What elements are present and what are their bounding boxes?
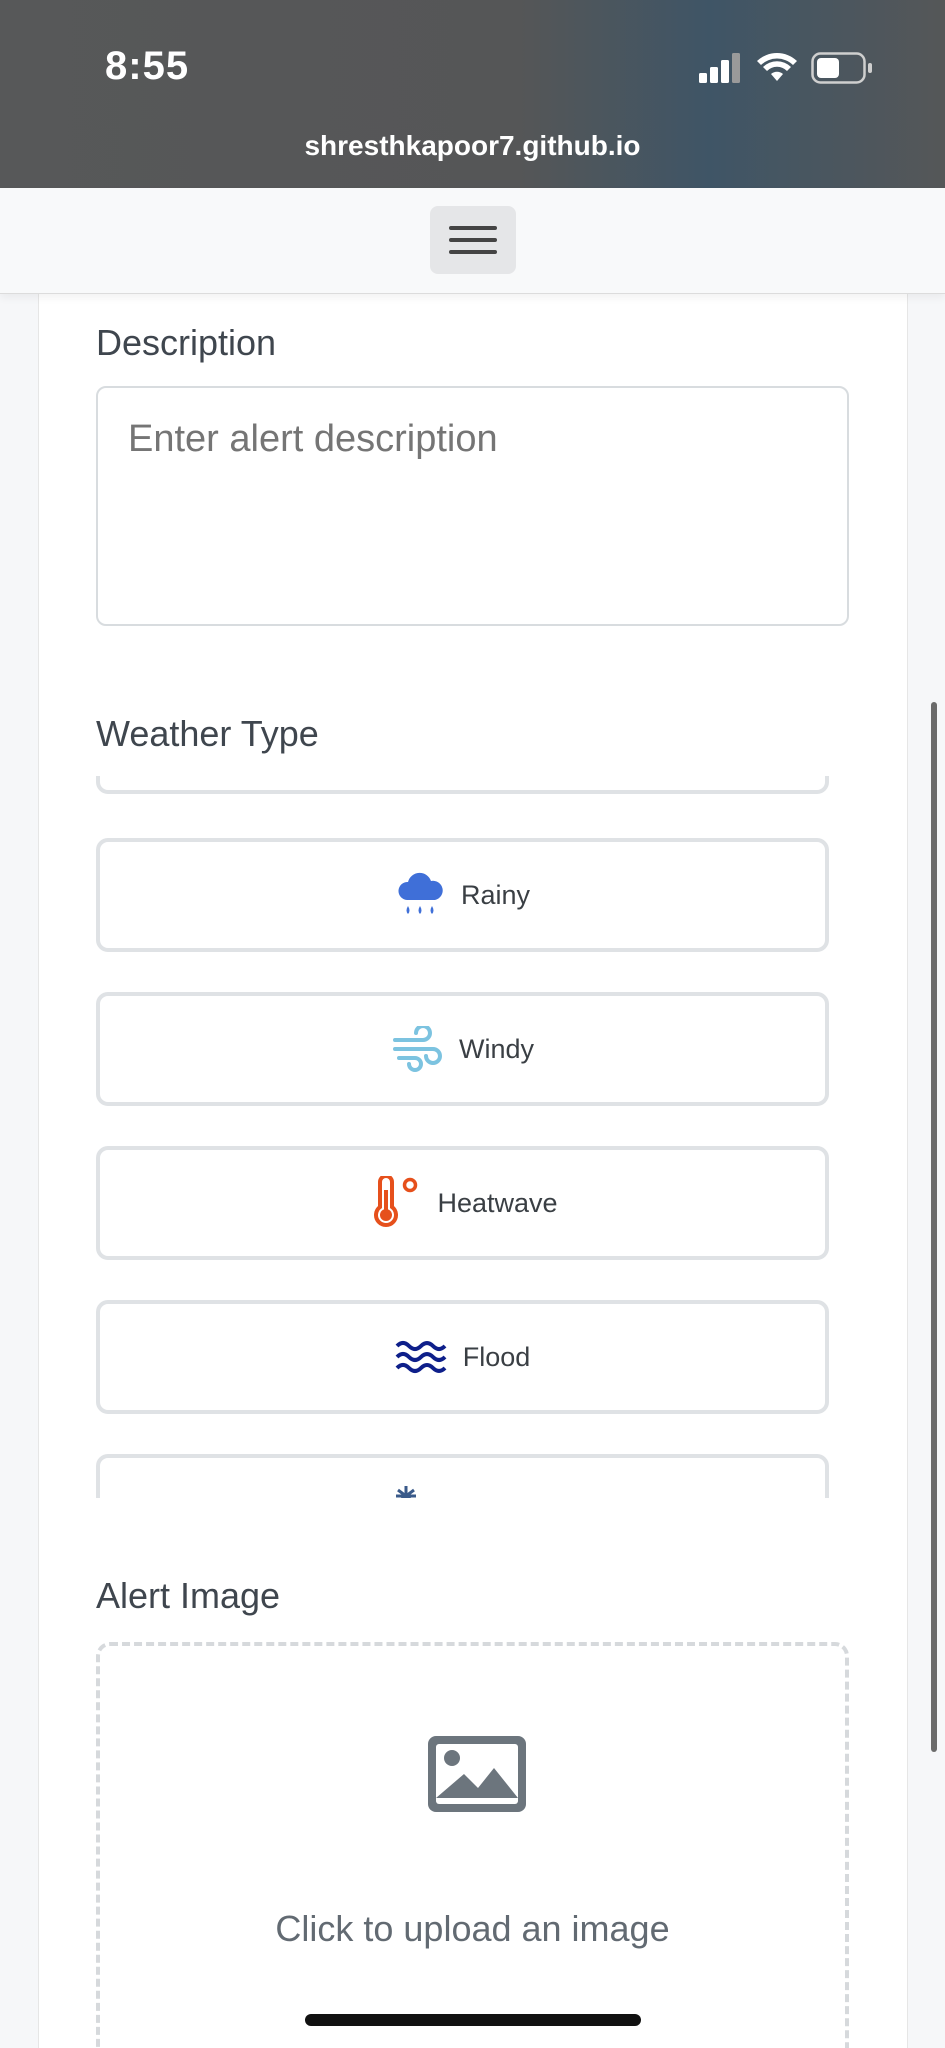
status-bar: 8:55 shresthkapoor7.github.io	[0, 0, 945, 188]
weather-option-label: Flood	[462, 1341, 531, 1372]
weather-option-partial-top[interactable]	[96, 776, 829, 794]
url-bar[interactable]: shresthkapoor7.github.io	[0, 130, 945, 162]
rain-cloud-icon	[395, 870, 445, 920]
thermometer-icon	[367, 1176, 421, 1230]
weather-option-windy[interactable]: Windy	[96, 992, 829, 1106]
page: 8:55 shresthkapoor7.github.io Descriptio…	[0, 0, 945, 2048]
status-icons	[699, 52, 873, 89]
weather-option-label: Rainy	[460, 879, 531, 910]
battery-icon	[811, 52, 873, 89]
status-time: 8:55	[105, 44, 190, 88]
wifi-icon	[757, 53, 797, 88]
cellular-signal-icon	[699, 53, 743, 88]
weather-type-label: Weather Type	[96, 713, 319, 754]
top-navbar	[0, 188, 945, 294]
home-indicator[interactable]	[305, 2014, 641, 2026]
weather-option-partial-bottom[interactable]	[96, 1454, 829, 1498]
weather-type-list[interactable]: Rainy Windy Heatwave Flood	[96, 776, 831, 1498]
description-textarea[interactable]	[96, 386, 849, 626]
weather-option-rainy[interactable]: Rainy	[96, 838, 829, 952]
weather-option-label: Heatwave	[437, 1187, 558, 1218]
description-label: Description	[96, 322, 277, 363]
upload-instruction: Click to upload an image	[275, 1908, 670, 1949]
water-waves-icon	[395, 1339, 447, 1375]
snowflake-icon	[386, 1484, 426, 1498]
menu-toggle-button[interactable]	[430, 206, 516, 274]
image-upload-dropzone[interactable]: Click to upload an image	[96, 1642, 849, 2048]
hamburger-icon-line	[449, 238, 497, 242]
page-scrollbar[interactable]	[931, 702, 937, 1752]
weather-option-heatwave[interactable]: Heatwave	[96, 1146, 829, 1260]
image-placeholder-icon	[428, 1736, 526, 1817]
hamburger-icon-line	[449, 250, 497, 254]
wind-icon	[391, 1026, 443, 1072]
hamburger-icon	[449, 226, 497, 230]
alert-image-label: Alert Image	[96, 1575, 281, 1616]
weather-option-flood[interactable]: Flood	[96, 1300, 829, 1414]
weather-option-label: Windy	[458, 1033, 534, 1064]
